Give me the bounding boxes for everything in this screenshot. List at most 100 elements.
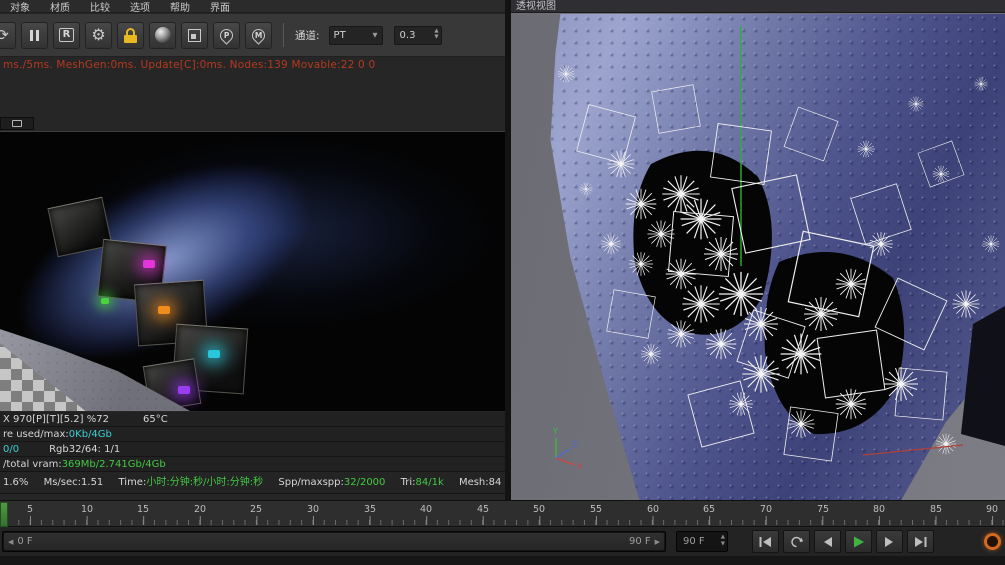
refresh-button[interactable]: ⟳ [0, 21, 16, 49]
goto-start-button[interactable] [752, 530, 779, 553]
lock-icon [124, 27, 137, 43]
settings-button[interactable]: ⚙ [85, 21, 112, 49]
chevron-down-icon: ▼ [372, 31, 378, 39]
restart-icon: R [58, 28, 75, 42]
next-frame-button[interactable] [876, 530, 903, 553]
menu-compare[interactable]: 比较 [90, 0, 110, 14]
next-frame-icon [885, 536, 893, 547]
emissive-light-cyan [208, 350, 220, 358]
stat-value: 369Mb/2.741Gb/4Gb [61, 459, 166, 470]
emissive-light-magenta [143, 260, 155, 268]
stat-label: /total vram: [3, 459, 62, 470]
emissive-light-green [101, 298, 109, 304]
timeline-label: 40 [419, 504, 433, 515]
end-frame-value: 90 F [683, 536, 705, 547]
play-backwards-button[interactable] [783, 530, 810, 553]
axis-z-label: Z [572, 440, 578, 449]
viewport-tab[interactable] [0, 117, 34, 130]
stat-value: 84/1k [415, 477, 444, 488]
channel-select[interactable]: PT ▼ [328, 25, 383, 45]
timeline-label: 60 [646, 504, 660, 515]
menu-interface[interactable]: 界面 [210, 0, 230, 14]
perspective-panel: 透视视图 Y X Z [511, 0, 1005, 500]
stat-value: 小时:分钟:秒/小时:分钟:秒 [146, 477, 264, 488]
stat-label: Tri: [400, 477, 416, 488]
timeline-label: 35 [363, 504, 377, 515]
viewport-title: 透视视图 [511, 0, 1005, 13]
timeline-label: 65 [702, 504, 716, 515]
range-end-value: 90 F [628, 536, 651, 547]
stat-label: Ms/sec: [43, 477, 82, 488]
stat-value: 1.51 [81, 477, 104, 488]
channel-value-text: 0.3 [399, 29, 416, 41]
stat-row-rgb: 0/0 Rgb32/64: 1/1 [0, 442, 505, 457]
lock-resolution-button[interactable] [117, 21, 144, 49]
play-icon [854, 536, 864, 547]
timeline-label: 10 [80, 504, 94, 515]
gear-icon: ⚙ [91, 25, 106, 44]
menu-object[interactable]: 对象 [10, 0, 30, 14]
pick-material-button[interactable]: P [213, 21, 240, 49]
bottom-strip [0, 556, 1005, 565]
timeline-label: 75 [816, 504, 830, 515]
value-spinner[interactable]: ▲ ▼ [434, 28, 439, 41]
axis-gizmo: Y X Z [552, 427, 583, 471]
menu-material[interactable]: 材质 [50, 0, 70, 14]
restart-render-button[interactable]: R [53, 21, 80, 49]
menu-help[interactable]: 帮助 [170, 0, 190, 14]
menubar: 对象 材质 比较 选项 帮助 界面 [0, 0, 506, 14]
unlit-geometry-blob [764, 252, 905, 435]
toolbar-separator [283, 23, 284, 47]
render-toolbar: ⟳ R ⚙ P M 通道: PT ▼ 0.3 ▲ ▼ [0, 14, 506, 57]
timeline-label: 90 [985, 504, 999, 515]
axis-x-label: X [577, 462, 583, 471]
camera-icon [12, 120, 22, 127]
goto-end-icon [915, 536, 927, 547]
timeline-label: 30 [306, 504, 320, 515]
stat-label: Spp/maxspp: [278, 477, 344, 488]
timeline-label: 15 [136, 504, 150, 515]
render-statistics: X 970[P][T][5.2] %72 65°C re used/max:0Kb… [0, 412, 505, 494]
stat-value: 84 [488, 477, 502, 488]
timeline-ruler[interactable]: 5 10 15 20 25 30 35 40 45 50 55 60 65 70… [0, 500, 1005, 527]
stat-value: 0Kb/4Gb [68, 429, 112, 440]
range-left-arrow-icon: ◀ [8, 537, 14, 546]
pin-m-icon: M [249, 25, 268, 45]
goto-start-icon [759, 536, 771, 547]
timeline-label: 85 [929, 504, 943, 515]
timeline-label: 80 [872, 504, 886, 515]
channel-select-value: PT [333, 29, 346, 41]
range-start-value: 0 F [17, 536, 33, 547]
perspective-viewport[interactable]: Y X Z [511, 14, 1005, 500]
stat-label: Rgb32/64: 1/1 [49, 444, 121, 455]
emissive-light-purple [178, 386, 190, 394]
prev-frame-button[interactable] [814, 530, 841, 553]
range-start: ◀ 0 F [8, 532, 33, 551]
stat-value: 32/2000 [343, 477, 386, 488]
spin-down-icon: ▼ [720, 540, 725, 547]
refresh-icon: ⟳ [0, 25, 9, 44]
pause-button[interactable] [21, 21, 48, 49]
spin-up-icon: ▲ [720, 534, 725, 540]
timeline-label: 25 [249, 504, 263, 515]
timeline-label: 20 [193, 504, 207, 515]
goto-end-button[interactable] [907, 530, 934, 553]
end-frame-input[interactable]: 90 F ▲ ▼ [676, 531, 728, 552]
record-button[interactable] [984, 533, 1001, 550]
range-track [4, 533, 664, 550]
wireframe-overlay: Y X Z [552, 26, 1005, 471]
menu-options[interactable]: 选项 [130, 0, 150, 14]
region-render-button[interactable] [181, 21, 208, 49]
current-frame-marker[interactable] [0, 502, 8, 527]
material-ball-icon [154, 27, 171, 43]
spin-down-icon: ▼ [434, 34, 439, 40]
render-result-viewport[interactable] [0, 131, 505, 411]
play-button[interactable] [845, 530, 872, 553]
end-frame-spinner[interactable]: ▲ ▼ [720, 534, 725, 547]
preview-range-slider[interactable]: ◀ 0 F 90 F ▶ [2, 531, 666, 552]
channel-value-input[interactable]: 0.3 ▲ ▼ [393, 25, 442, 45]
pick-object-button[interactable]: M [245, 21, 272, 49]
render-mode-button[interactable] [149, 21, 176, 49]
stat-row-vram: /total vram:369Mb/2.741Gb/4Gb [0, 457, 505, 472]
axis-y-label: Y [552, 427, 558, 436]
